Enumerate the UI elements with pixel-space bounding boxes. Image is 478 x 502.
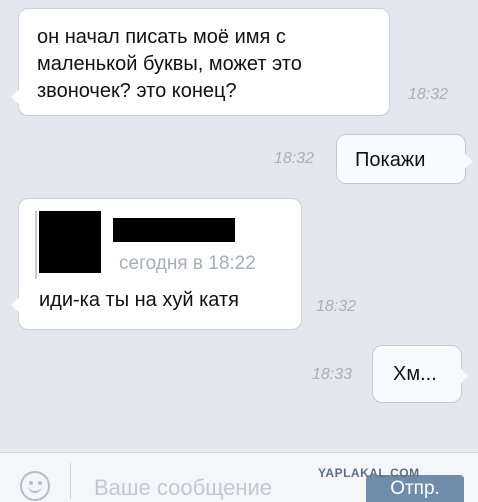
redacted-name [113,218,235,242]
message-time: 18:33 [312,366,353,383]
quoted-message-time: сегодня в 18:22 [119,253,256,274]
message-input[interactable]: Ваше сообщение [94,475,272,501]
quote-bar [35,211,37,279]
message-text: Покажи [355,149,426,171]
watermark: YAPLAKAL.COM [318,466,420,480]
message-time: 18:32 [408,86,449,103]
message-text: иди-ка ты на хуй катя [39,289,239,311]
message-bubble-incoming: сегодня в 18:22 иди-ка ты на хуй катя [11,198,302,330]
message-text: он начал писать моё имя с маленькой букв… [37,26,302,102]
message-bubble-outgoing: Хм... [372,345,469,403]
divider [70,463,71,499]
message-time: 18:32 [316,298,357,315]
message-bubble-outgoing: Покажи [336,134,473,184]
message-time: 18:32 [274,150,315,167]
message-text: Хм... [393,363,437,385]
message-bubble-incoming: он начал писать моё имя с маленькой букв… [11,8,390,116]
redacted-avatar [39,211,101,273]
emoji-icon[interactable] [20,471,50,501]
